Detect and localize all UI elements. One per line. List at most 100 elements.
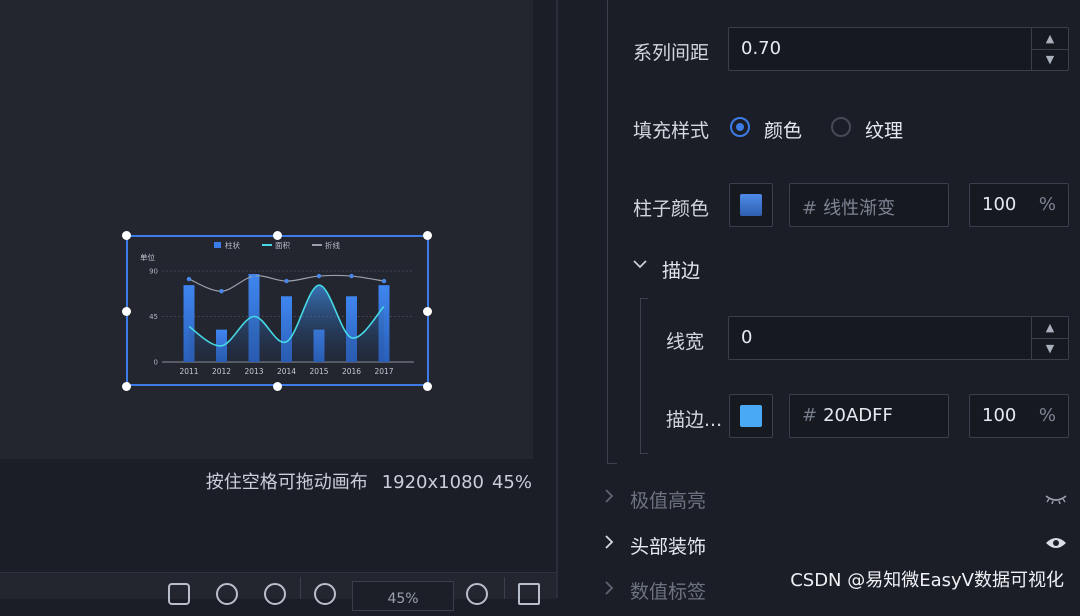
x-tick-label: 2016 — [342, 367, 361, 376]
line-width-label: 线宽 — [666, 331, 705, 353]
line-point-2017 — [381, 278, 387, 284]
resize-handle-bottom[interactable] — [273, 382, 282, 391]
bar-color-picker[interactable] — [729, 183, 773, 227]
bar-color-opacity-input[interactable]: 100 % — [969, 183, 1069, 227]
stroke-color-label: 描边... — [666, 409, 723, 431]
line-point-2014 — [284, 278, 289, 284]
eye-open-icon[interactable] — [1045, 535, 1067, 549]
stroke-color-hex-input[interactable]: #20ADFF — [789, 394, 949, 438]
line-point-2011 — [186, 276, 192, 282]
bar-color-label: 柱子颜色 — [633, 198, 710, 220]
toolbar-separator — [300, 577, 301, 599]
series-spacing-label: 系列间距 — [633, 42, 710, 64]
zoom-out-icon[interactable] — [314, 583, 336, 605]
bar-color-hex-value: 线性渐变 — [823, 198, 896, 219]
bottom-toolbar: 45% — [0, 572, 556, 611]
watermark: CSDN @易知微EasyV数据可视化 — [790, 570, 1064, 591]
gear-icon[interactable] — [216, 583, 238, 605]
stroke-color-opacity-input[interactable]: 100 % — [969, 394, 1069, 438]
y-axis-label: 单位 — [140, 252, 155, 262]
bar-color-opacity-value: 100 — [982, 194, 1017, 215]
drag-hint: 按住空格可拖动画布 — [205, 472, 368, 493]
y-tick-label: 0 — [154, 359, 158, 367]
stroke-color-hex-value: 20ADFF — [823, 405, 893, 426]
design-stage[interactable]: 柱状 面积 折线单位 0 45 90 2011 2012 2013 2014 2015 2016 201… — [0, 0, 533, 459]
stage-gutter — [533, 0, 556, 459]
stroke-color-picker[interactable] — [729, 394, 773, 438]
chevron-right-icon[interactable] — [602, 488, 616, 509]
tree-guide-inner — [640, 298, 641, 454]
bar-color-swatch — [740, 194, 762, 216]
series-spacing-stepper: ▲ ▼ — [1031, 28, 1068, 70]
x-tick-label: 2011 — [179, 367, 198, 376]
fit-screen-icon[interactable] — [518, 583, 540, 605]
radio-fill-texture[interactable] — [831, 117, 851, 137]
canvas-resolution: 1920x1080 — [381, 472, 484, 493]
resize-handle-top[interactable] — [273, 231, 282, 240]
x-tick-label: 2015 — [309, 367, 328, 376]
y-tick-label: 45 — [149, 313, 158, 321]
percent-unit: % — [1038, 405, 1056, 426]
hash-symbol: # — [802, 405, 818, 426]
tree-guide-outer-foot — [607, 463, 617, 464]
line-point-2016 — [349, 273, 354, 279]
help-icon[interactable] — [264, 583, 286, 605]
zoom-in-icon[interactable] — [466, 583, 488, 605]
tree-guide-outer — [607, 0, 608, 464]
canvas-zoom: 45% — [491, 472, 532, 493]
bar-color-hex-input[interactable]: # 线性渐变 — [789, 183, 949, 227]
line-width-value: 0 — [741, 327, 753, 348]
chart-widget[interactable]: 柱状 面积 折线单位 0 45 90 2011 2012 2013 2014 2015 2016 201… — [122, 231, 432, 391]
fill-style-label: 填充样式 — [633, 120, 710, 142]
line-width-stepper: ▲ ▼ — [1031, 317, 1068, 359]
toolbar-separator — [504, 577, 505, 599]
chevron-right-icon[interactable] — [602, 534, 616, 555]
series-spacing-input[interactable]: 0.70 ▲ ▼ — [728, 27, 1069, 71]
line-point-2015 — [316, 273, 322, 279]
chart-svg: 柱状 面积 折线单位 0 45 90 2011 2012 2013 2014 2015 2016 201… — [140, 240, 414, 376]
legend-label: 面积 — [275, 240, 290, 250]
stroke-color-opacity-value: 100 — [982, 405, 1017, 426]
radio-fill-color[interactable] — [730, 117, 750, 137]
resize-handle-right[interactable] — [423, 307, 432, 316]
radio-fill-texture-label[interactable]: 纹理 — [865, 116, 903, 143]
x-tick-label: 2014 — [277, 367, 296, 376]
eye-closed-icon[interactable] — [1045, 492, 1067, 506]
chevron-down-icon[interactable] — [632, 256, 648, 277]
x-tick-label: 2012 — [212, 367, 231, 376]
x-tick-label: 2013 — [244, 367, 263, 376]
legend-label: 柱状 — [225, 240, 240, 250]
percent-unit: % — [1038, 194, 1056, 215]
section-extreme-highlight[interactable]: 极值高亮 — [630, 486, 706, 513]
zoom-input[interactable]: 45% — [352, 581, 454, 611]
line-series — [188, 274, 385, 292]
stroke-color-swatch — [740, 405, 762, 427]
increment-button[interactable]: ▲ — [1032, 28, 1068, 50]
config-panel: 系列间距 0.70 ▲ ▼ 填充样式 颜色 纹理 柱子颜色 # 线性渐变 100 … — [558, 0, 1080, 603]
decrement-button[interactable]: ▼ — [1032, 49, 1068, 70]
line-width-input[interactable]: 0 ▲ ▼ — [728, 316, 1069, 360]
tree-guide-inner-foot — [640, 453, 648, 454]
section-value-label[interactable]: 数值标签 — [630, 577, 706, 604]
resize-handle-bottom-left[interactable] — [122, 382, 131, 391]
radio-fill-color-label[interactable]: 颜色 — [764, 116, 802, 143]
increment-button[interactable]: ▲ — [1032, 317, 1068, 339]
stroke-section-title[interactable]: 描边 — [662, 256, 700, 283]
resize-handle-top-right[interactable] — [423, 231, 432, 240]
hash-symbol: # — [802, 198, 818, 219]
decrement-button[interactable]: ▼ — [1032, 338, 1068, 359]
legend-label: 折线 — [325, 240, 340, 250]
layout-icon[interactable] — [168, 583, 190, 605]
canvas-status: 按住空格可拖动画布 1920x1080 45% — [206, 468, 532, 494]
resize-handle-left[interactable] — [122, 307, 131, 316]
tree-guide-inner-head — [640, 298, 648, 299]
resize-handle-top-left[interactable] — [122, 231, 131, 240]
series-spacing-value: 0.70 — [741, 38, 782, 59]
resize-handle-bottom-right[interactable] — [423, 382, 432, 391]
x-tick-label: 2017 — [374, 367, 393, 376]
canvas-area: 柱状 面积 折线单位 0 45 90 2011 2012 2013 2014 2015 2016 201… — [0, 0, 556, 611]
legend-marker — [214, 242, 221, 248]
y-tick-label: 90 — [149, 268, 158, 276]
section-header-decoration[interactable]: 头部装饰 — [630, 532, 706, 559]
line-point-2013 — [251, 273, 257, 279]
